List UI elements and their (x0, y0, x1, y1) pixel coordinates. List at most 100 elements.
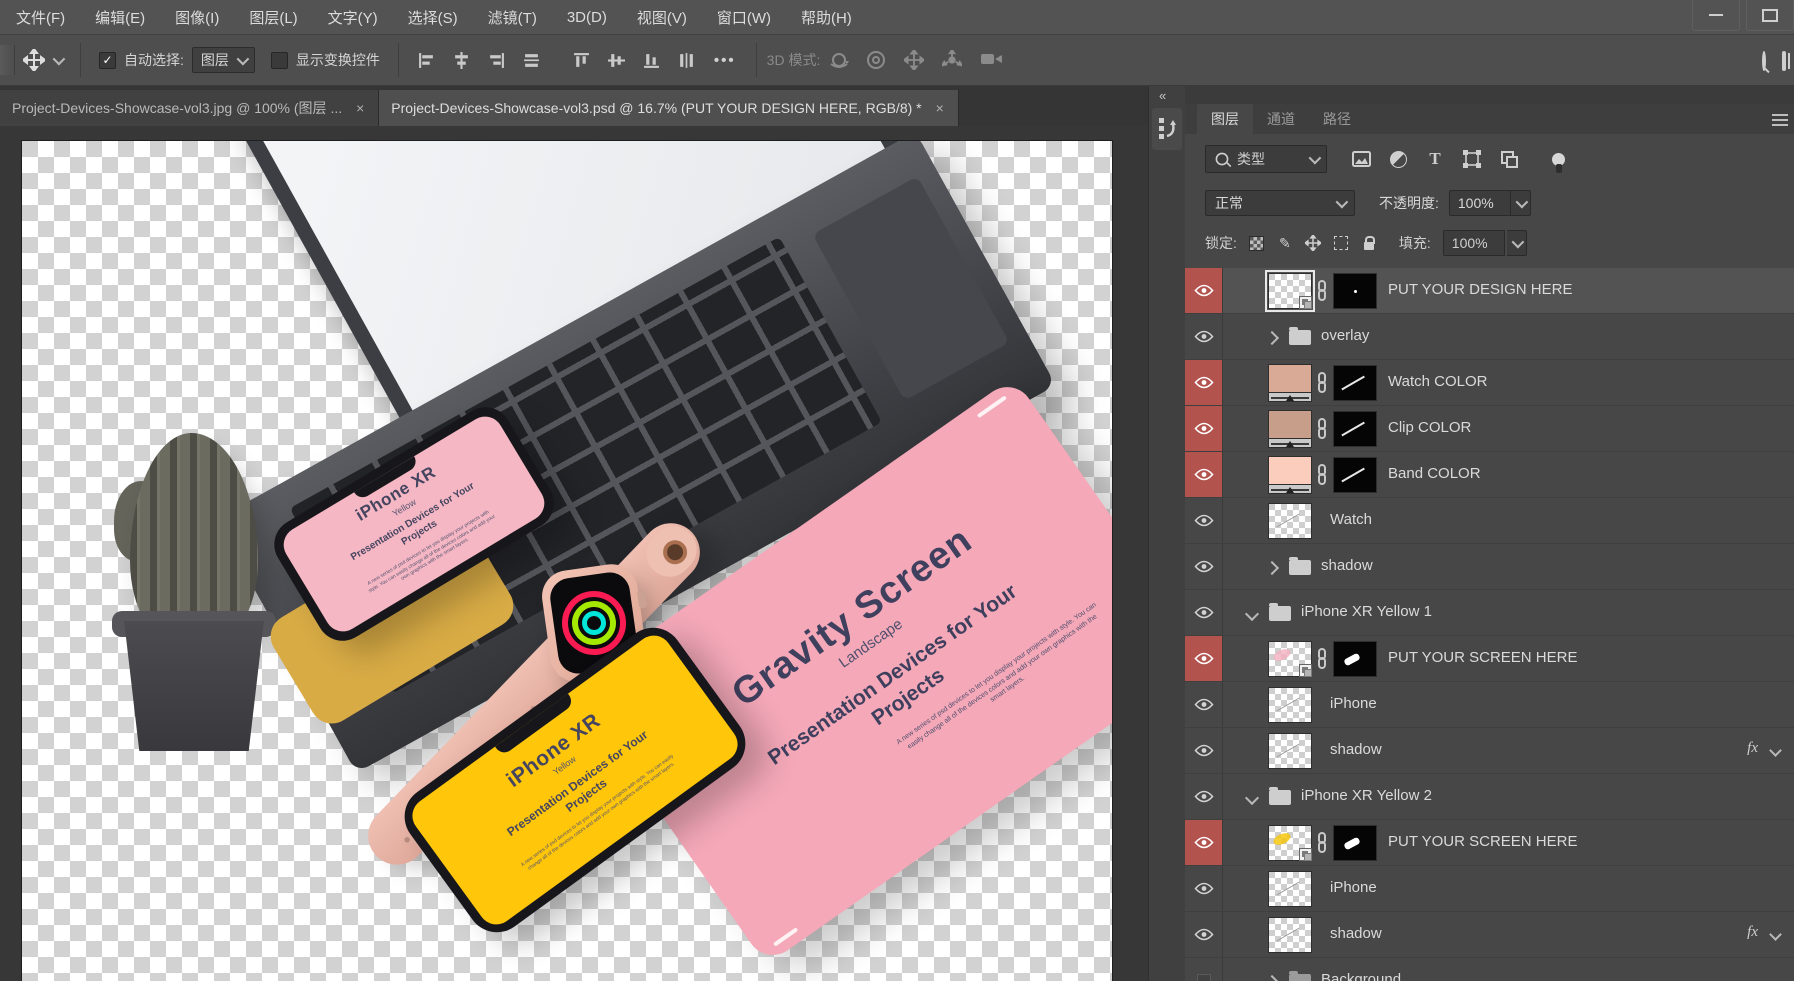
layer-row-band-color[interactable]: Band COLOR (1185, 452, 1794, 498)
collapse-panels-button[interactable]: « (1159, 88, 1166, 103)
lock-transparent-pixels-icon[interactable] (1249, 235, 1265, 251)
filter-toggle-icon[interactable] (1552, 152, 1565, 173)
canvas-pasteboard[interactable]: iPhone XR Yellow Presentation Devices fo… (0, 126, 1148, 981)
show-transform-checkbox[interactable] (270, 51, 288, 69)
menu-item-5[interactable]: 选择(S) (408, 7, 458, 28)
auto-select-checkbox[interactable]: ✓ (99, 51, 116, 69)
layer-effects-badge[interactable]: fx (1747, 924, 1758, 941)
blend-mode-dropdown[interactable]: 正常 (1205, 190, 1355, 216)
menu-item-7[interactable]: 3D(D) (567, 9, 607, 26)
visibility-eye-icon[interactable] (1185, 636, 1223, 681)
visibility-eye-icon[interactable] (1185, 912, 1223, 957)
layer-effects-badge[interactable]: fx (1747, 740, 1758, 757)
3d-camera-icon[interactable] (980, 50, 1003, 70)
filter-adjustment-layers-icon[interactable] (1388, 149, 1408, 169)
visibility-eye-icon[interactable] (1185, 590, 1223, 635)
layer-row-put-your-design-here[interactable]: PUT YOUR DESIGN HERE (1185, 268, 1794, 314)
document-tab-jpg[interactable]: Project-Devices-Showcase-vol3.jpg @ 100%… (0, 90, 380, 126)
minimize-button[interactable] (1692, 0, 1740, 31)
menu-item-1[interactable]: 编辑(E) (95, 7, 145, 28)
fill-layer-thumbnail[interactable] (1268, 410, 1312, 448)
menu-item-0[interactable]: 文件(F) (16, 7, 65, 28)
visibility-eye-icon[interactable] (1185, 774, 1223, 819)
link-mask-icon[interactable] (1316, 280, 1328, 302)
smart-object-thumbnail[interactable] (1268, 825, 1312, 861)
fill-layer-thumbnail[interactable] (1268, 364, 1312, 402)
layer-thumbnail[interactable] (1268, 917, 1312, 953)
maximize-button[interactable] (1746, 0, 1794, 31)
filter-type-layers-icon[interactable]: T (1425, 149, 1445, 169)
menu-item-4[interactable]: 文字(Y) (328, 7, 378, 28)
layer-row-overlay[interactable]: overlay (1185, 314, 1794, 360)
3d-roll-icon[interactable] (866, 50, 888, 70)
layer-row-iphone[interactable]: iPhone (1185, 682, 1794, 728)
3d-orbit-icon[interactable] (828, 50, 850, 70)
align-bottom-edges-button[interactable] (643, 52, 660, 69)
more-align-options-button[interactable]: ••• (714, 52, 736, 69)
lock-position-icon[interactable] (1304, 235, 1321, 251)
tool-preset-icon[interactable] (0, 45, 15, 75)
collapse-effects-icon[interactable] (1769, 928, 1782, 941)
link-mask-icon[interactable] (1316, 832, 1328, 854)
disclosure-caret-icon[interactable] (1244, 606, 1260, 622)
auto-select-target-dropdown[interactable]: 图层 (191, 47, 255, 73)
collapse-effects-icon[interactable] (1769, 744, 1782, 757)
3d-slide-icon[interactable] (940, 48, 965, 70)
close-icon[interactable]: × (934, 100, 946, 116)
layer-row-clip-color[interactable]: Clip COLOR (1185, 406, 1794, 452)
menu-item-8[interactable]: 视图(V) (637, 7, 687, 28)
distribute-vertical-centers-button[interactable] (523, 52, 540, 69)
visibility-eye-icon[interactable] (1185, 314, 1223, 359)
filter-shape-layers-icon[interactable] (1462, 149, 1482, 169)
disclosure-caret-icon[interactable] (1264, 974, 1280, 981)
layer-row-shadow[interactable]: shadow fx (1185, 912, 1794, 958)
visibility-eye-icon[interactable] (1185, 544, 1223, 589)
layer-row-background[interactable]: Background (1185, 958, 1794, 981)
link-mask-icon[interactable] (1316, 464, 1328, 486)
history-panel-button[interactable] (1152, 108, 1182, 150)
fill-layer-thumbnail[interactable] (1268, 456, 1312, 494)
filter-pixel-layers-icon[interactable] (1351, 149, 1371, 169)
layer-mask-thumbnail[interactable] (1333, 365, 1377, 401)
visibility-eye-icon[interactable] (1185, 268, 1223, 313)
distribute-horizontal-centers-button[interactable] (678, 52, 695, 69)
menu-item-9[interactable]: 窗口(W) (717, 7, 771, 28)
layer-row-iphone-xr-yellow-1[interactable]: iPhone XR Yellow 1 (1185, 590, 1794, 636)
layer-row-shadow[interactable]: shadow fx (1185, 728, 1794, 774)
lock-all-icon[interactable] (1361, 235, 1377, 251)
layer-thumbnail[interactable] (1268, 687, 1312, 723)
lock-artboard-icon[interactable] (1333, 235, 1349, 251)
layer-row-watch-color[interactable]: Watch COLOR (1185, 360, 1794, 406)
layer-mask-thumbnail[interactable] (1333, 457, 1377, 493)
align-top-edges-button[interactable] (573, 52, 590, 69)
layer-row-watch[interactable]: Watch (1185, 498, 1794, 544)
visibility-eye-icon[interactable] (1185, 820, 1223, 865)
panel-menu-icon[interactable] (1772, 114, 1788, 126)
close-icon[interactable]: × (354, 100, 366, 116)
disclosure-caret-icon[interactable] (1264, 330, 1280, 346)
align-vertical-centers-button[interactable] (607, 52, 625, 69)
chevron-down-icon[interactable] (1506, 230, 1527, 256)
fill-value[interactable]: 100% (1442, 230, 1505, 256)
workspace-switcher-icon[interactable] (1782, 51, 1786, 71)
align-right-edges-button[interactable] (488, 52, 505, 69)
layer-mask-thumbnail[interactable] (1333, 641, 1377, 677)
link-mask-icon[interactable] (1316, 372, 1328, 394)
visibility-eye-icon[interactable] (1185, 498, 1223, 543)
3d-pan-icon[interactable] (902, 48, 926, 72)
document-tab-psd[interactable]: Project-Devices-Showcase-vol3.psd @ 16.7… (379, 90, 959, 126)
layer-filter-type-dropdown[interactable]: 类型 (1205, 145, 1327, 173)
tab-paths[interactable]: 路径 (1309, 104, 1365, 134)
disclosure-caret-icon[interactable] (1264, 560, 1280, 576)
link-mask-icon[interactable] (1316, 648, 1328, 670)
layer-row-iphone[interactable]: iPhone (1185, 866, 1794, 912)
layer-row-shadow[interactable]: shadow (1185, 544, 1794, 590)
smart-object-thumbnail[interactable] (1265, 270, 1315, 312)
align-horizontal-centers-button[interactable] (453, 51, 470, 69)
visibility-eye-icon[interactable] (1185, 452, 1223, 497)
lock-image-pixels-icon[interactable]: ✎ (1277, 235, 1293, 251)
visibility-eye-icon[interactable] (1185, 682, 1223, 727)
layer-row-put-your-screen-here[interactable]: PUT YOUR SCREEN HERE (1185, 636, 1794, 682)
layer-thumbnail[interactable] (1268, 503, 1312, 539)
menu-item-2[interactable]: 图像(I) (175, 7, 219, 28)
